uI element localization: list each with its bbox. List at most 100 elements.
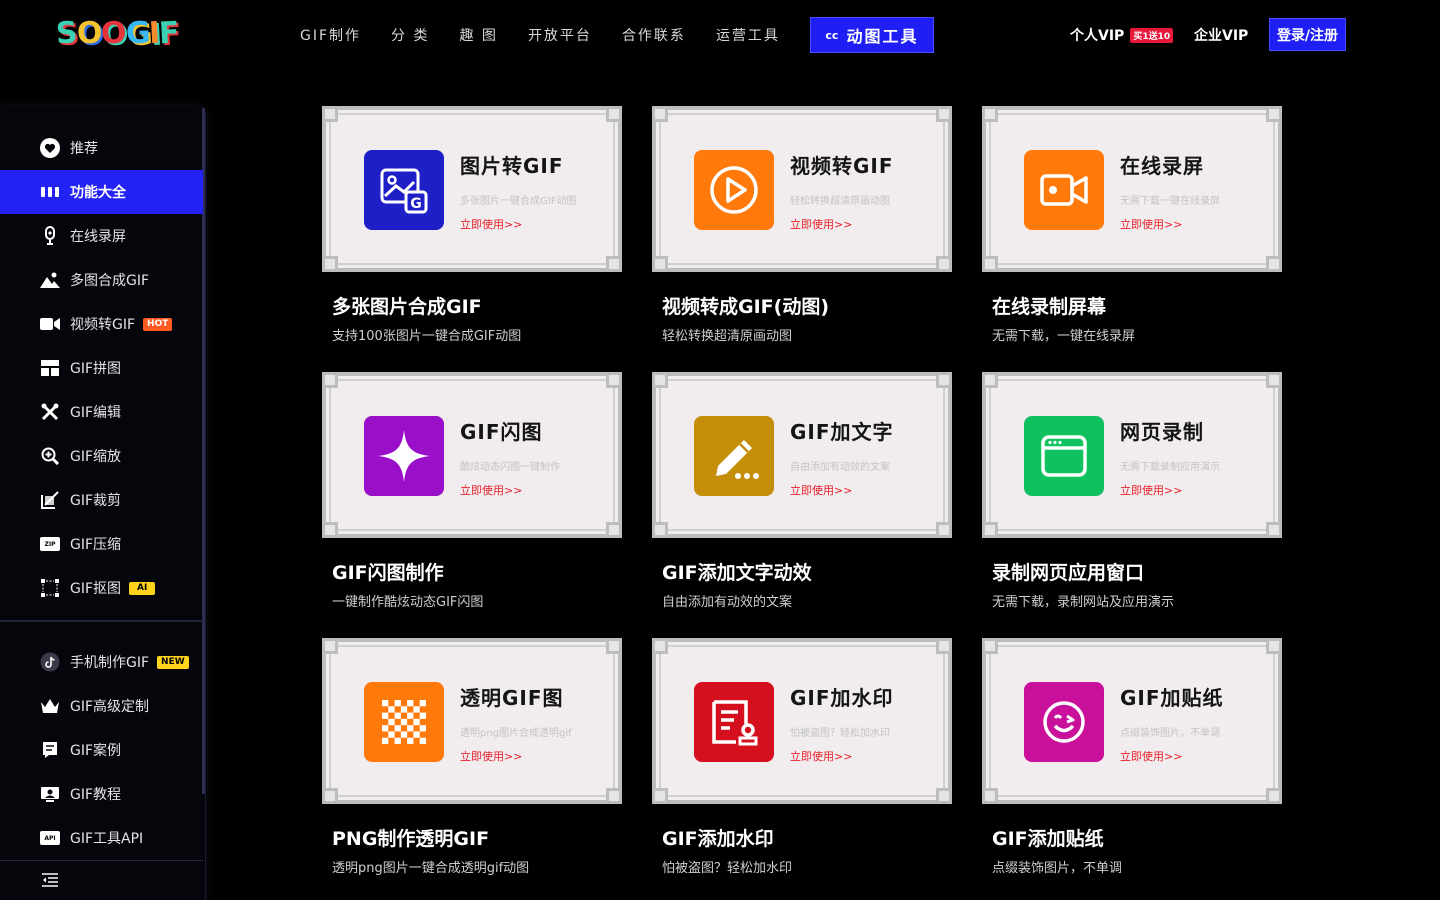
feature-card[interactable]: GIF闪图 酷炫动态闪图一键制作 立即使用>> GIF闪图制作 一键制作酷炫动态GIF闪… [322, 372, 622, 632]
use-now-link[interactable]: 立即使用>> [790, 482, 852, 498]
card-title[interactable]: GIF闪图制作 [332, 558, 444, 585]
sidebar-item-recommend[interactable]: 推荐 [0, 126, 203, 170]
feature-card[interactable]: GIF加贴纸 点缀装饰图片，不单调 立即使用>> GIF添加贴纸 点缀装饰图片，不单调 [982, 638, 1282, 898]
card-title[interactable]: GIF添加贴纸 [992, 824, 1104, 851]
sidebar-item-all-functions[interactable]: 功能大全 [0, 170, 203, 214]
api-icon: API [40, 831, 60, 845]
zip-icon: ZIP [40, 537, 60, 551]
use-now-link[interactable]: 立即使用>> [460, 482, 522, 498]
login-register-button[interactable]: 登录/注册 [1269, 18, 1346, 51]
frame-corner [936, 522, 952, 538]
feature-card[interactable]: 网页录制 无需下载录制应用演示 立即使用>> 录制网页应用窗口 无需下载，录制网站及应用… [982, 372, 1282, 632]
frame-corner [652, 372, 668, 388]
card-title[interactable]: PNG制作透明GIF [332, 824, 489, 851]
use-now-link[interactable]: 立即使用>> [790, 748, 852, 764]
nav-category[interactable]: 分 类 [391, 25, 429, 45]
card-title[interactable]: 多张图片合成GIF [332, 292, 482, 319]
main-nav: GIF制作 分 类 趣 图 开放平台 合作联系 运营工具 cc 动图工具 [300, 17, 934, 53]
sidebar-item-gif-api[interactable]: API GIF工具API [0, 816, 203, 860]
card-inner-title: GIF加文字 [790, 420, 894, 444]
card-frame: 透明GIF图 透明png图片合成透明gif 立即使用>> [322, 638, 622, 804]
nav-ops-tools[interactable]: 运营工具 [716, 25, 780, 45]
site-logo[interactable]: SOOGIF [55, 15, 180, 52]
use-now-link[interactable]: 立即使用>> [460, 216, 522, 232]
card-title[interactable]: GIF添加文字动效 [662, 558, 812, 585]
watermark-icon [694, 682, 774, 762]
feature-card[interactable]: 视频转GIF 轻松转换超清原画动图 立即使用>> 视频转成GIF(动图) 轻松转换超清原… [652, 106, 952, 366]
ai-badge: AI [129, 581, 156, 595]
sidebar-item-gif-compress[interactable]: ZIP GIF压缩 [0, 522, 203, 566]
frame-corner [322, 256, 338, 272]
card-desc: 轻松转换超清原画动图 [662, 329, 793, 344]
feature-card[interactable]: 在线录屏 无需下载一键在线录屏 立即使用>> 在线录制屏幕 无需下载，一键在线录屏 [982, 106, 1282, 366]
card-inner-desc: 无需下载一键在线录屏 [1120, 196, 1220, 207]
nav-fun[interactable]: 趣 图 [459, 25, 497, 45]
card-desc: 一键制作酷炫动态GIF闪图 [332, 595, 484, 610]
nav-contact[interactable]: 合作联系 [622, 25, 686, 45]
card-title[interactable]: 录制网页应用窗口 [992, 558, 1144, 585]
sidebar: 推荐 功能大全 在线录屏 多图合成GIF 视频转GIF HOT GIF拼图 GI… [0, 106, 206, 900]
frame-corner [982, 256, 998, 272]
sidebar-item-video-to-gif[interactable]: 视频转GIF HOT [0, 302, 203, 346]
use-now-link[interactable]: 立即使用>> [790, 216, 852, 232]
sidebar-collapse-button[interactable] [40, 872, 60, 892]
use-now-link[interactable]: 立即使用>> [1120, 482, 1182, 498]
sidebar-item-gif-zoom[interactable]: GIF缩放 [0, 434, 203, 478]
sidebar-item-multi-image-gif[interactable]: 多图合成GIF [0, 258, 203, 302]
card-title[interactable]: 在线录制屏幕 [992, 292, 1106, 319]
frame-corner [1266, 522, 1282, 538]
case-icon [40, 740, 60, 760]
feature-card[interactable]: G 图片转GIF 多张图片一键合成GIF动图 立即使用>> 多张图片合成GIF 支持100… [322, 106, 622, 366]
frame-corner [982, 372, 998, 388]
frame-corner [322, 522, 338, 538]
tools-icon [40, 402, 60, 422]
use-now-link[interactable]: 立即使用>> [460, 748, 522, 764]
sidebar-divider-bottom [0, 860, 203, 861]
frame-corner [606, 788, 622, 804]
frame-corner [1266, 106, 1282, 122]
mic-icon [40, 226, 60, 246]
card-desc: 自由添加有动效的文案 [662, 595, 793, 610]
frame-corner [652, 522, 668, 538]
sidebar-item-gif-tutorial[interactable]: GIF教程 [0, 772, 203, 816]
card-frame: G 图片转GIF 多张图片一键合成GIF动图 立即使用>> [322, 106, 622, 272]
card-frame: 视频转GIF 轻松转换超清原画动图 立即使用>> [652, 106, 952, 272]
use-now-link[interactable]: 立即使用>> [1120, 748, 1182, 764]
nav-gif-make[interactable]: GIF制作 [300, 25, 361, 45]
card-inner-desc: 怕被盗图？轻松加水印 [790, 728, 890, 739]
nav-open-platform[interactable]: 开放平台 [528, 25, 592, 45]
sidebar-item-gif-cases[interactable]: GIF案例 [0, 728, 203, 772]
sidebar-item-gif-collage[interactable]: GIF拼图 [0, 346, 203, 390]
card-frame: GIF加水印 怕被盗图？轻松加水印 立即使用>> [652, 638, 952, 804]
card-inner-desc: 自由添加有动效的文案 [790, 462, 890, 473]
feature-card[interactable]: GIF加水印 怕被盗图？轻松加水印 立即使用>> GIF添加水印 怕被盗图？轻松加水印 [652, 638, 952, 898]
frame-corner [606, 522, 622, 538]
frame-corner [322, 372, 338, 388]
card-inner-desc: 点缀装饰图片，不单调 [1120, 728, 1220, 739]
sidebar-item-screen-record[interactable]: 在线录屏 [0, 214, 203, 258]
card-desc: 透明png图片一键合成透明gif动图 [332, 861, 530, 876]
play-icon [694, 150, 774, 230]
sidebar-item-gif-crop[interactable]: GIF裁剪 [0, 478, 203, 522]
video-icon [40, 314, 60, 334]
card-inner-title: GIF加贴纸 [1120, 686, 1224, 710]
card-frame: 在线录屏 无需下载一键在线录屏 立即使用>> [982, 106, 1282, 272]
card-title[interactable]: 视频转成GIF(动图) [662, 292, 829, 319]
frame-corner [982, 106, 998, 122]
feature-card[interactable]: GIF加文字 自由添加有动效的文案 立即使用>> GIF添加文字动效 自由添加有动效的文… [652, 372, 952, 632]
sidebar-item-gif-custom[interactable]: GIF高级定制 [0, 684, 203, 728]
frame-corner [322, 638, 338, 654]
feature-card[interactable]: 透明GIF图 透明png图片合成透明gif 立即使用>> PNG制作透明GIF 透明pn… [322, 638, 622, 898]
card-inner-title: GIF闪图 [460, 420, 543, 444]
sidebar-item-gif-matting[interactable]: GIF抠图 AI [0, 566, 203, 610]
personal-vip-link[interactable]: 个人VIP 买1送10 [1070, 25, 1174, 45]
frame-corner [1266, 788, 1282, 804]
sidebar-item-gif-edit[interactable]: GIF编辑 [0, 390, 203, 434]
sidebar-item-mobile-gif[interactable]: 手机制作GIF NEW [0, 640, 203, 684]
use-now-link[interactable]: 立即使用>> [1120, 216, 1182, 232]
frame-corner [652, 788, 668, 804]
card-inner-desc: 无需下载录制应用演示 [1120, 462, 1220, 473]
nav-gif-tools-button[interactable]: cc 动图工具 [809, 17, 934, 53]
card-title[interactable]: GIF添加水印 [662, 824, 774, 851]
enterprise-vip-link[interactable]: 企业VIP [1194, 25, 1248, 45]
